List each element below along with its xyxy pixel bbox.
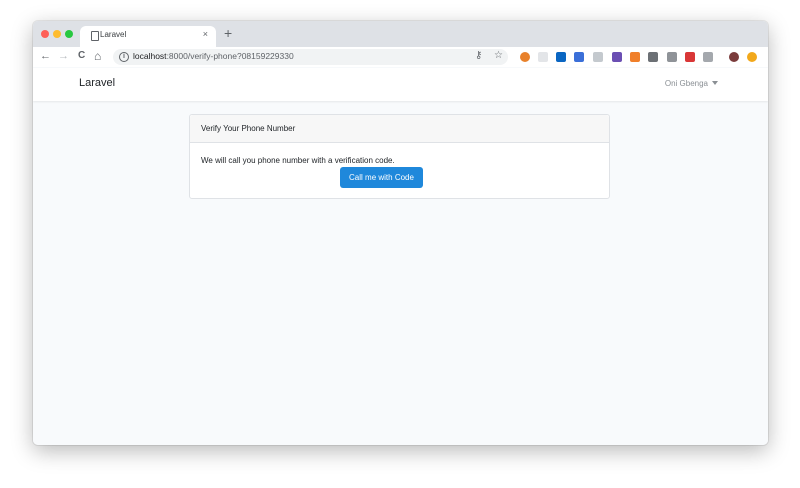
extension-pen-icon[interactable] xyxy=(574,52,584,62)
extension-purple-icon[interactable] xyxy=(612,52,622,62)
url-path: :8000/verify-phone?08159229330 xyxy=(166,51,294,61)
back-arrow-icon[interactable]: ← xyxy=(40,49,51,63)
window-close-button[interactable] xyxy=(41,30,49,38)
extension-blank-icon[interactable] xyxy=(538,52,548,62)
window-maximize-button[interactable] xyxy=(65,30,73,38)
extension-red-icon[interactable] xyxy=(685,52,695,62)
user-name: Oni Gbenga xyxy=(664,79,708,88)
profile-avatar-icon[interactable] xyxy=(729,52,739,62)
extension-orange-icon[interactable] xyxy=(520,52,530,62)
page-content: Laravel Oni Gbenga Verify Your Phone Num… xyxy=(33,68,768,445)
reload-icon[interactable]: C xyxy=(78,49,85,63)
card-body-text: We will call you phone number with a ver… xyxy=(201,156,395,165)
top-navbar: Laravel Oni Gbenga xyxy=(33,68,768,101)
extension-shield-icon[interactable] xyxy=(667,52,677,62)
address-bar[interactable]: i localhost:8000/verify-phone?0815922933… xyxy=(113,49,508,65)
card-header: Verify Your Phone Number xyxy=(190,115,609,143)
new-tab-button[interactable]: + xyxy=(224,26,232,40)
tab-title: Laravel xyxy=(100,30,127,39)
window-minimize-button[interactable] xyxy=(53,30,61,38)
url-host: localhost xyxy=(133,51,167,61)
user-menu-dropdown[interactable]: Oni Gbenga xyxy=(665,79,718,88)
browser-tab[interactable]: Laravel × xyxy=(80,26,216,47)
url-text[interactable]: localhost:8000/verify-phone?08159229330 xyxy=(133,51,294,61)
call-me-button[interactable]: Call me with Code xyxy=(340,167,423,188)
extension-layers-icon[interactable] xyxy=(630,52,640,62)
extension-refresh-icon[interactable] xyxy=(593,52,603,62)
browser-toolbar: ← → C ⌂ i localhost:8000/verify-phone?08… xyxy=(33,47,768,67)
info-icon[interactable]: i xyxy=(119,52,129,62)
document-icon xyxy=(91,31,99,41)
verify-card: Verify Your Phone Number We will call yo… xyxy=(189,114,610,199)
caret-down-icon xyxy=(712,81,718,85)
extension-linkedin-icon[interactable] xyxy=(556,52,566,62)
extension-gray-icon[interactable] xyxy=(703,52,713,62)
extension-camera-icon[interactable] xyxy=(648,52,658,62)
browser-window: Laravel × + ← → C ⌂ i localhost:8000/ver… xyxy=(33,21,768,445)
key-icon[interactable]: ⚷ xyxy=(475,50,482,61)
tab-strip: Laravel × + xyxy=(33,21,768,47)
star-icon[interactable]: ☆ xyxy=(494,50,503,61)
brand-link[interactable]: Laravel xyxy=(79,77,115,89)
tab-close-icon[interactable]: × xyxy=(203,29,208,39)
forward-arrow-icon[interactable]: → xyxy=(58,49,69,63)
home-icon[interactable]: ⌂ xyxy=(94,49,101,63)
extension-yellow-icon[interactable] xyxy=(747,52,757,62)
